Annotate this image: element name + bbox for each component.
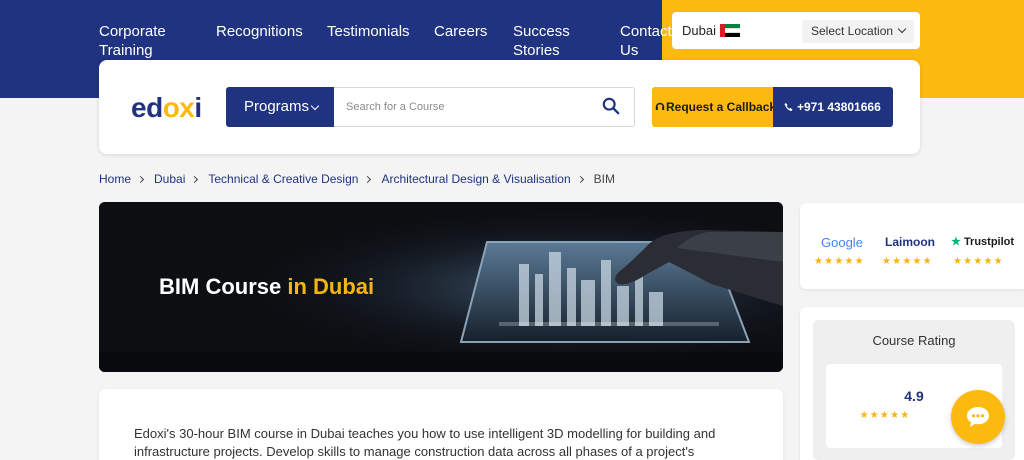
nav-success-stories[interactable]: Success Stories xyxy=(513,22,570,60)
breadcrumb-dubai[interactable]: Dubai xyxy=(154,172,185,186)
course-rating-stars: ★★★★★ xyxy=(859,410,911,421)
chat-icon xyxy=(967,407,989,427)
select-location-label: Select Location xyxy=(811,24,894,38)
breadcrumb: Home Dubai Technical & Creative Design A… xyxy=(99,172,615,186)
google-stars: ★★★★★ xyxy=(814,256,865,267)
nav-label: Us xyxy=(620,42,639,59)
request-callback-button[interactable]: Request a Callback xyxy=(652,87,773,127)
breadcrumb-current: BIM xyxy=(593,172,616,186)
nav-label: Recognitions xyxy=(216,23,303,40)
breadcrumb-architectural-design[interactable]: Architectural Design & Visualisation xyxy=(381,172,570,186)
edoxi-logo[interactable]: edoxi xyxy=(131,92,202,124)
callback-label: Request a Callback xyxy=(666,100,773,114)
chevron-right-icon xyxy=(364,175,372,183)
trustpilot-review-logo[interactable]: ★ Trustpilot xyxy=(951,235,1014,248)
course-search-input[interactable] xyxy=(334,87,635,127)
laimoon-review-logo[interactable]: Laimoon xyxy=(885,235,935,249)
phone-button[interactable]: +971 43801666 xyxy=(773,87,893,127)
chevron-down-icon xyxy=(310,101,320,111)
nav-corporate-training[interactable]: Corporate Training xyxy=(99,22,166,60)
phone-icon xyxy=(784,102,793,112)
nav-label: Corporate xyxy=(99,23,166,40)
trustpilot-stars: ★★★★★ xyxy=(953,256,1004,267)
nav-careers[interactable]: Careers xyxy=(434,22,487,41)
breadcrumb-home[interactable]: Home xyxy=(99,172,131,186)
current-city: Dubai xyxy=(682,23,716,38)
course-rating-label: Course Rating xyxy=(872,333,956,348)
laimoon-stars: ★★★★★ xyxy=(882,256,933,267)
nav-label: Contact xyxy=(620,23,672,40)
chevron-down-icon xyxy=(897,24,907,34)
hero-banner: BIM Course in Dubai xyxy=(99,202,783,372)
nav-contact-us[interactable]: Contact Us xyxy=(620,22,672,60)
chevron-right-icon xyxy=(576,175,584,183)
programs-label: Programs xyxy=(244,98,310,115)
nav-label: Stories xyxy=(513,42,560,59)
chevron-right-icon xyxy=(136,175,145,183)
nav-testimonials[interactable]: Testimonials xyxy=(327,22,410,41)
nav-label: Testimonials xyxy=(327,23,410,40)
phone-number: +971 43801666 xyxy=(797,100,881,114)
chat-button[interactable] xyxy=(951,390,1005,444)
uae-flag-icon xyxy=(720,24,740,38)
hero-title: BIM Course in Dubai xyxy=(159,274,375,299)
select-location-dropdown[interactable]: Select Location xyxy=(802,20,914,43)
nav-label: Success xyxy=(513,23,570,40)
headset-icon xyxy=(655,102,665,110)
nav-label: Training xyxy=(99,42,153,59)
search-icon[interactable] xyxy=(602,97,620,115)
programs-button[interactable]: Programs xyxy=(226,87,334,127)
nav-label: Careers xyxy=(434,23,488,40)
google-review-logo[interactable]: Google xyxy=(821,235,863,250)
breadcrumb-technical-creative-design[interactable]: Technical & Creative Design xyxy=(208,172,358,186)
chevron-right-icon xyxy=(191,175,199,183)
nav-recognitions[interactable]: Recognitions xyxy=(216,22,303,41)
course-description: Edoxi's 30-hour BIM course in Dubai teac… xyxy=(134,426,716,459)
trustpilot-star-icon: ★ xyxy=(951,236,961,248)
